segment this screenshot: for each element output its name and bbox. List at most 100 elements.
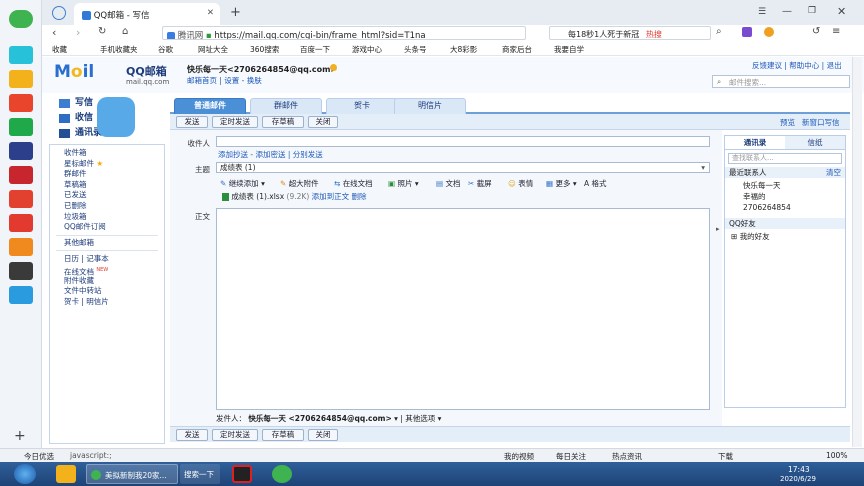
close-tab-icon[interactable]: ✕ xyxy=(207,8,214,18)
document-button[interactable]: ▤ 文档 xyxy=(436,178,460,189)
app-icon-7[interactable] xyxy=(9,238,33,256)
contact-item[interactable]: 幸福的 xyxy=(743,191,791,202)
more-button[interactable]: ▦ 更多 ▾ xyxy=(546,178,577,189)
home-icon[interactable]: ⌂ xyxy=(122,26,128,37)
new-tab-icon[interactable]: + xyxy=(230,5,241,20)
minimize-icon[interactable]: — xyxy=(782,6,792,17)
tool-item[interactable]: 在线文档 NEW xyxy=(50,265,164,277)
subject-options-icon[interactable]: ▾ xyxy=(701,163,705,172)
folder-item[interactable]: 已删除 xyxy=(50,201,164,212)
bookmark-item[interactable]: 游戏中心 xyxy=(352,44,382,55)
app-icon-3[interactable] xyxy=(9,142,33,160)
subject-input[interactable]: 成绩表 (1) ▾ xyxy=(216,162,710,173)
folder-item[interactable]: 草稿箱 xyxy=(50,180,164,191)
tab-postcard[interactable]: 明信片 xyxy=(394,98,466,114)
contact-item[interactable]: 2706264854 xyxy=(743,202,791,213)
daily-pick-link[interactable]: 今日优选 xyxy=(24,451,54,462)
bookmark-item[interactable]: 网址大全 xyxy=(198,44,228,55)
start-button-icon[interactable] xyxy=(14,464,36,484)
window-menu-icon[interactable]: ☰ xyxy=(758,7,766,17)
tab-group-mail[interactable]: 群邮件 xyxy=(250,98,322,114)
mail-search-input[interactable]: ⌕ 邮件搜索... xyxy=(712,75,850,88)
home-link[interactable]: 邮箱首页 xyxy=(187,76,217,85)
tab-contacts[interactable]: 通讯录 xyxy=(725,136,785,150)
emoji-button[interactable]: ☺ 表情 xyxy=(508,178,533,189)
add-attachment-button[interactable]: ✎ 继续添加 ▾ xyxy=(220,178,265,189)
page-scrollbar[interactable] xyxy=(852,57,862,447)
app-icon-4[interactable] xyxy=(9,166,33,184)
record-app-icon[interactable] xyxy=(232,465,252,483)
weibo-icon[interactable] xyxy=(9,94,33,112)
close-window-icon[interactable]: ✕ xyxy=(837,5,846,18)
contact-search-input[interactable]: 查找联系人... xyxy=(728,153,842,164)
tab-qqmail[interactable]: QQ邮箱 - 写信 ✕ xyxy=(74,3,220,25)
feedback-link[interactable]: 反馈建议 xyxy=(752,61,782,70)
bookmark-item[interactable]: 大8彩影 xyxy=(450,44,477,55)
app-icon-2[interactable] xyxy=(9,118,33,136)
browser-logo-icon[interactable] xyxy=(9,10,33,28)
settings-link[interactable]: 设置 xyxy=(224,76,239,85)
schedule-send-button[interactable]: 定时发送 xyxy=(212,429,258,441)
contact-item[interactable]: 快乐每一天 xyxy=(743,180,791,191)
status-item[interactable]: 每日关注 xyxy=(556,451,586,462)
folder-item[interactable]: QQ邮件订阅 xyxy=(50,222,164,233)
status-item[interactable]: 热点资讯 xyxy=(612,451,642,462)
status-item[interactable]: 我的视频 xyxy=(504,451,534,462)
add-sidebar-icon[interactable]: + xyxy=(14,428,26,444)
sender-select[interactable]: 快乐每一天 <2706264854@qq.com> xyxy=(248,414,391,423)
bookmark-item[interactable]: 360搜索 xyxy=(250,44,279,55)
new-window-link[interactable]: 新窗口写信 xyxy=(802,117,840,128)
folder-item[interactable]: 收件箱 xyxy=(50,148,164,159)
app-icon-1[interactable] xyxy=(9,46,33,64)
mail-logo[interactable]: Moil xyxy=(54,62,94,82)
add-cc-link[interactable]: 添加抄送 xyxy=(218,150,248,159)
folder-item[interactable]: 垃圾箱 xyxy=(50,212,164,223)
tab-normal-mail[interactable]: 普通邮件 xyxy=(174,98,246,114)
bookmark-item[interactable]: 我要自学 xyxy=(554,44,584,55)
schedule-send-button[interactable]: 定时发送 xyxy=(212,116,258,128)
folder-item[interactable]: 星标邮件 ★ xyxy=(50,159,164,170)
send-button[interactable]: 发送 xyxy=(176,429,208,441)
preview-link[interactable]: 预览 xyxy=(780,117,795,128)
tab-card[interactable]: 贺卡 xyxy=(326,98,398,114)
app-icon-9[interactable] xyxy=(9,286,33,304)
bookmark-item[interactable]: 百度一下 xyxy=(300,44,330,55)
tool-item[interactable]: 附件收藏 xyxy=(50,276,164,287)
undo-icon[interactable]: ↺ xyxy=(812,26,820,37)
forward-icon[interactable]: › xyxy=(76,26,80,39)
extension-icon-1[interactable] xyxy=(742,27,752,37)
app-icon-5[interactable] xyxy=(9,190,33,208)
large-attachment-button[interactable]: ✎ 超大附件 xyxy=(280,178,319,189)
menu-icon[interactable]: ≡ xyxy=(832,26,840,37)
close-button[interactable]: 关闭 xyxy=(308,429,338,441)
app-icon-8[interactable] xyxy=(9,262,33,280)
reload-icon[interactable]: ↻ xyxy=(98,26,106,37)
send-button[interactable]: 发送 xyxy=(176,116,208,128)
screenshot-button[interactable]: ✂ 截屏 xyxy=(468,178,492,189)
browser-nav-icon[interactable] xyxy=(52,6,66,20)
other-options-link[interactable]: 其他选项 xyxy=(405,414,435,423)
favorites-star-icon[interactable] xyxy=(9,70,33,88)
taskbar-search[interactable]: 搜索一下 xyxy=(180,464,220,484)
address-input[interactable]: 腾讯网 ▪ https://mail.qq.com/cgi-bin/frame_… xyxy=(162,26,526,40)
browser-search-input[interactable]: 每18秒1人死于新冠 热搜 xyxy=(549,26,711,40)
tool-item[interactable]: 文件中转站 xyxy=(50,286,164,297)
bookmark-item[interactable]: 谷歌 xyxy=(158,44,173,55)
close-button[interactable]: 关闭 xyxy=(308,116,338,128)
taskbar-app-icon-2[interactable] xyxy=(272,465,292,483)
folder-item[interactable]: 其他邮箱 xyxy=(50,238,164,249)
format-button[interactable]: A 格式 xyxy=(584,178,607,189)
tab-stationery[interactable]: 信纸 xyxy=(785,136,845,150)
restore-icon[interactable]: ❐ xyxy=(808,6,816,16)
status-item[interactable]: 下载 xyxy=(718,451,733,462)
body-editor[interactable] xyxy=(216,208,710,410)
delete-attachment-link[interactable]: 删除 xyxy=(352,192,367,201)
back-icon[interactable]: ‹ xyxy=(52,26,56,39)
bookmark-item[interactable]: 收藏 xyxy=(52,44,67,55)
add-bcc-link[interactable]: 添加密送 xyxy=(255,150,285,159)
skin-link[interactable]: 换肤 xyxy=(247,76,262,85)
extension-icon-2[interactable] xyxy=(764,27,774,37)
bookmark-item[interactable]: 头条号 xyxy=(404,44,427,55)
online-doc-button[interactable]: ⇆ 在线文档 xyxy=(334,178,373,189)
logout-link[interactable]: 退出 xyxy=(827,61,842,70)
